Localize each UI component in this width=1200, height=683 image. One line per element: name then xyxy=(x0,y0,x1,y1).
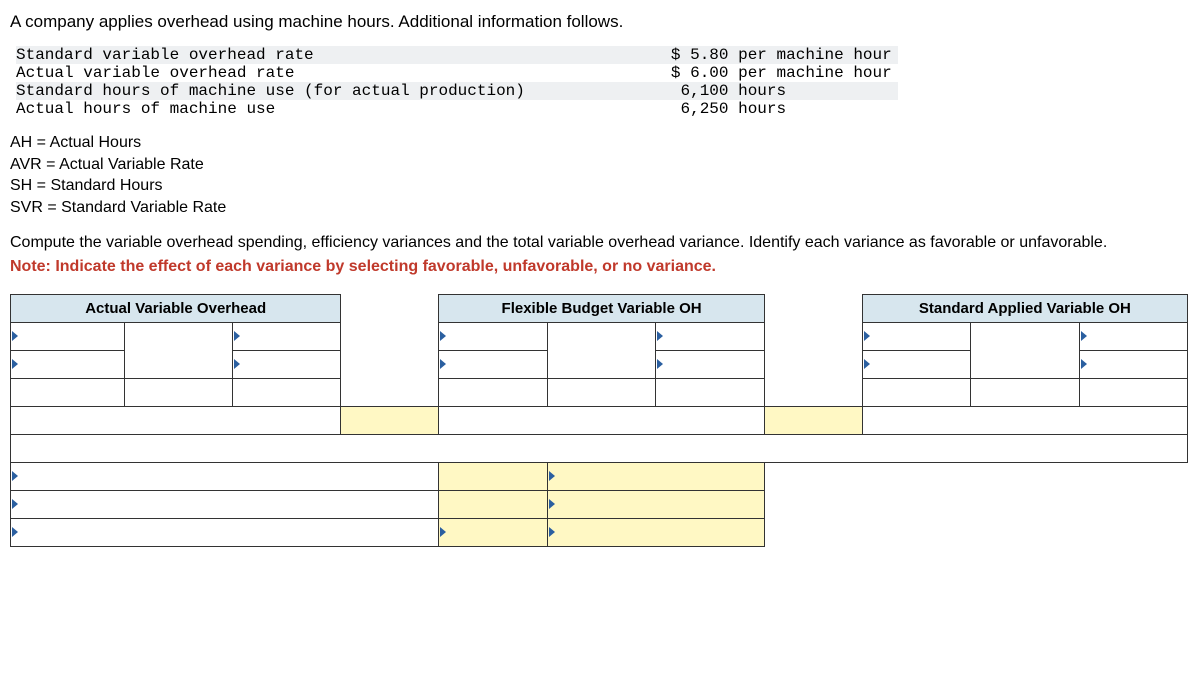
select-cell[interactable] xyxy=(439,350,547,378)
spacer xyxy=(764,350,862,378)
variance-label-select[interactable] xyxy=(11,462,439,490)
legend: AH = Actual Hours AVR = Actual Variable … xyxy=(10,132,1190,218)
variance-amount[interactable] xyxy=(439,462,547,490)
select-cell[interactable] xyxy=(232,350,340,378)
spacer xyxy=(341,378,439,406)
variance-label-select[interactable] xyxy=(11,490,439,518)
spacer xyxy=(764,294,862,322)
select-cell[interactable] xyxy=(11,322,125,350)
input-cell[interactable] xyxy=(656,378,764,406)
variance-effect-select[interactable] xyxy=(547,462,764,490)
header-standard: Standard Applied Variable OH xyxy=(862,294,1187,322)
info-label: Actual hours of machine use xyxy=(16,100,531,118)
spacer xyxy=(124,322,232,350)
spacer xyxy=(124,350,232,378)
input-cell[interactable] xyxy=(547,378,655,406)
legend-line: AVR = Actual Variable Rate xyxy=(10,154,1190,176)
input-cell[interactable] xyxy=(232,378,340,406)
select-cell[interactable] xyxy=(862,322,970,350)
compute-instruction: Compute the variable overhead spending, … xyxy=(10,232,1190,254)
input-cell[interactable] xyxy=(971,378,1079,406)
select-cell[interactable] xyxy=(11,350,125,378)
variance-amount-select[interactable] xyxy=(439,518,547,546)
input-cell[interactable] xyxy=(11,378,125,406)
spacer xyxy=(971,350,1079,378)
highlight-cell[interactable] xyxy=(764,406,862,434)
select-cell[interactable] xyxy=(656,322,764,350)
header-actual: Actual Variable Overhead xyxy=(11,294,341,322)
info-label: Standard hours of machine use (for actua… xyxy=(16,82,531,100)
info-value: 6,250 hours xyxy=(531,100,898,118)
highlight-cell[interactable] xyxy=(341,406,439,434)
variance-label-select[interactable] xyxy=(11,518,439,546)
select-cell[interactable] xyxy=(862,350,970,378)
spacer xyxy=(764,490,1187,518)
info-label: Standard variable overhead rate xyxy=(16,46,531,64)
variance-effect-select[interactable] xyxy=(547,490,764,518)
info-label: Actual variable overhead rate xyxy=(16,64,531,82)
variance-amount[interactable] xyxy=(439,490,547,518)
info-value: $ 6.00 per machine hour xyxy=(531,64,898,82)
info-value: 6,100 hours xyxy=(531,82,898,100)
input-cell[interactable] xyxy=(1079,378,1187,406)
full-row-cell[interactable] xyxy=(11,434,1188,462)
spacer xyxy=(341,350,439,378)
total-cell[interactable] xyxy=(11,406,341,434)
input-cell[interactable] xyxy=(439,378,547,406)
select-cell[interactable] xyxy=(1079,322,1187,350)
select-cell[interactable] xyxy=(232,322,340,350)
select-cell[interactable] xyxy=(439,322,547,350)
spacer xyxy=(547,322,655,350)
info-value: $ 5.80 per machine hour xyxy=(531,46,898,64)
spacer xyxy=(764,378,862,406)
spacer xyxy=(341,294,439,322)
spacer xyxy=(764,322,862,350)
total-cell[interactable] xyxy=(862,406,1187,434)
spacer xyxy=(971,322,1079,350)
spacer xyxy=(341,322,439,350)
legend-line: SH = Standard Hours xyxy=(10,175,1190,197)
input-cell[interactable] xyxy=(124,378,232,406)
total-cell[interactable] xyxy=(439,406,764,434)
spacer xyxy=(764,518,1187,546)
legend-line: SVR = Standard Variable Rate xyxy=(10,197,1190,219)
select-cell[interactable] xyxy=(1079,350,1187,378)
spacer xyxy=(547,350,655,378)
variance-effect-select[interactable] xyxy=(547,518,764,546)
legend-line: AH = Actual Hours xyxy=(10,132,1190,154)
input-cell[interactable] xyxy=(862,378,970,406)
question-text: A company applies overhead using machine… xyxy=(10,12,1190,32)
note-text: Note: Indicate the effect of each varian… xyxy=(10,258,1190,276)
info-table: Standard variable overhead rate $ 5.80 p… xyxy=(16,46,898,118)
worksheet-table: Actual Variable Overhead Flexible Budget… xyxy=(10,294,1188,547)
header-flexible: Flexible Budget Variable OH xyxy=(439,294,764,322)
select-cell[interactable] xyxy=(656,350,764,378)
spacer xyxy=(764,462,1187,490)
